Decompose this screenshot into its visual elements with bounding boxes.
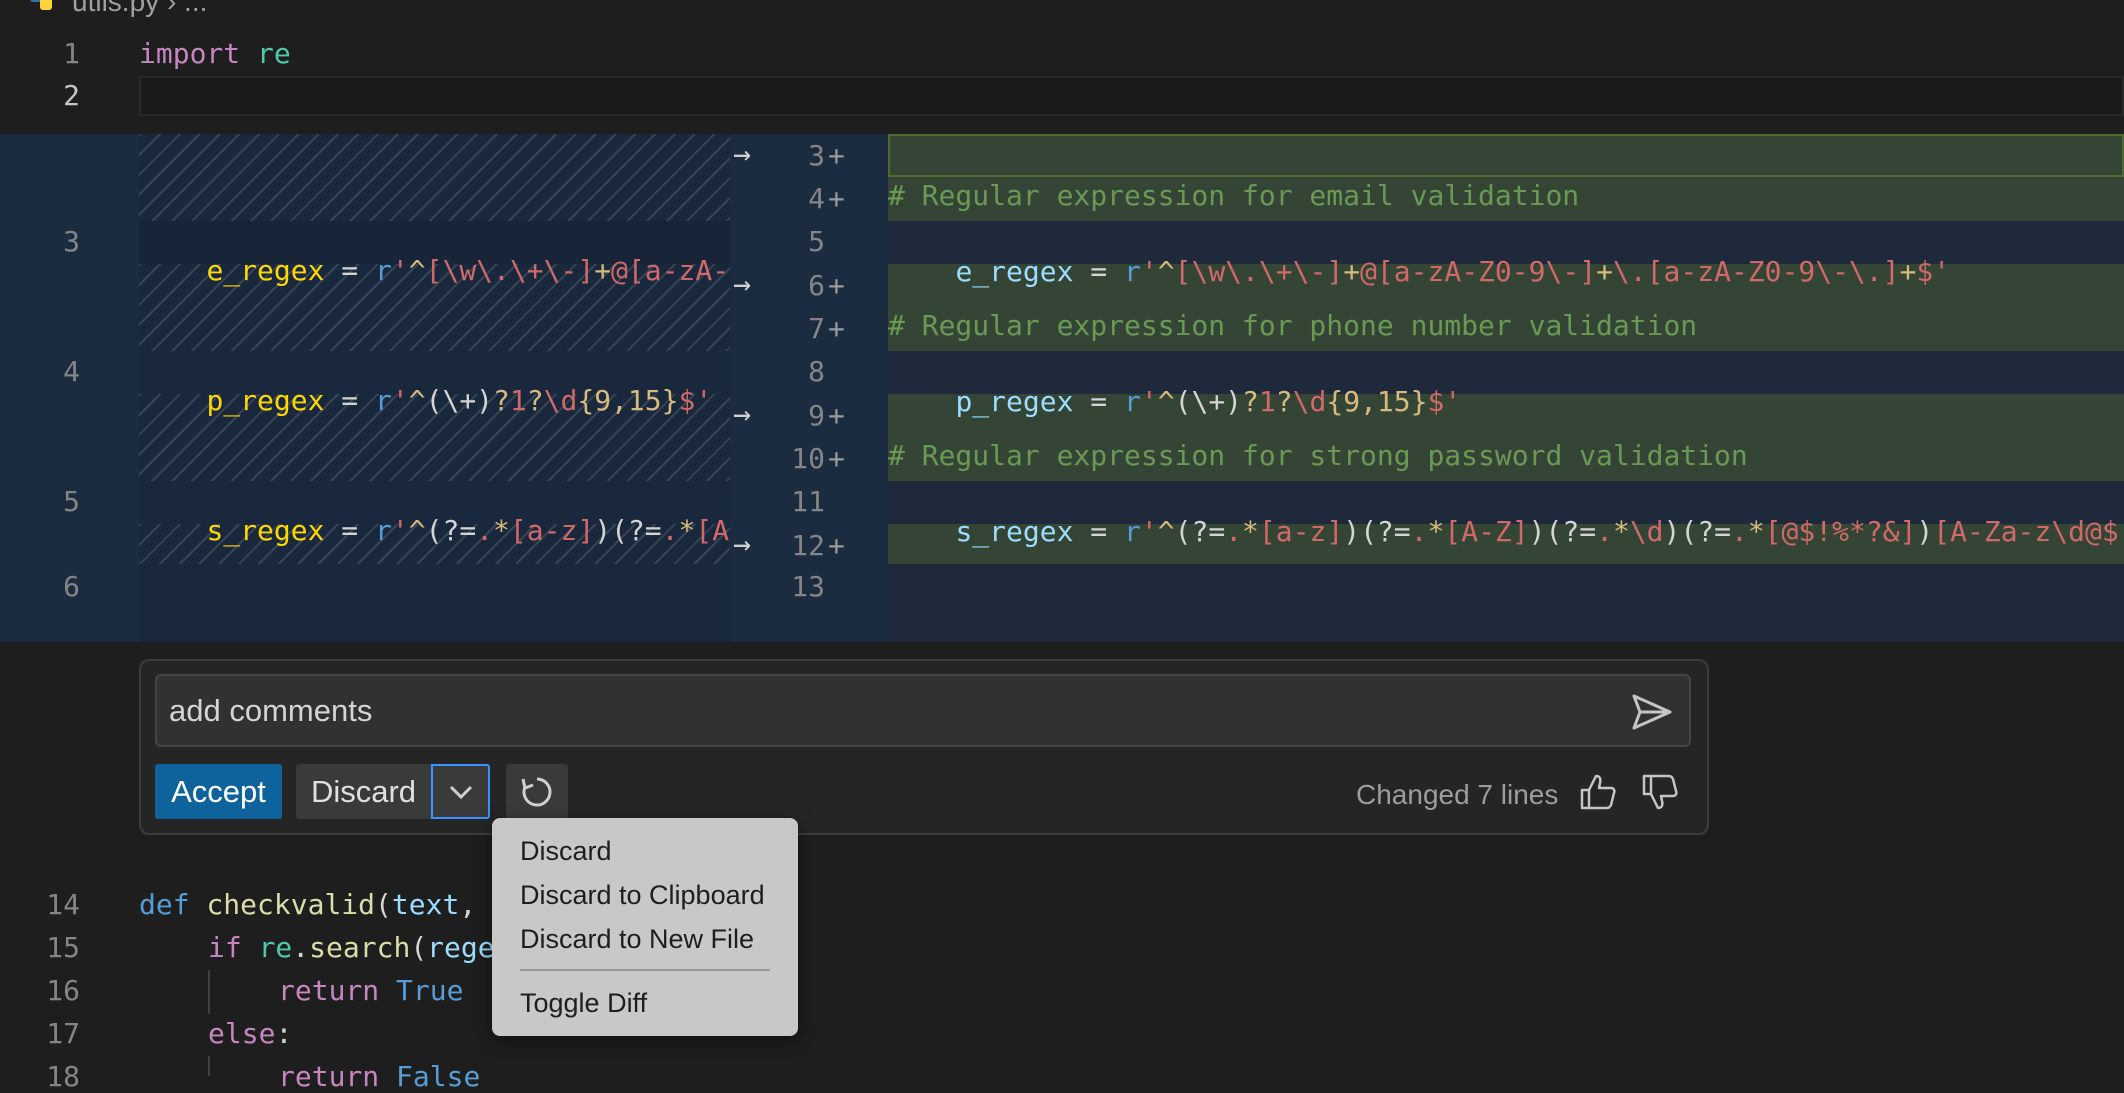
discard-button[interactable]: Discard xyxy=(296,764,431,819)
indent-guide xyxy=(208,1056,210,1076)
line-number: 16 xyxy=(46,974,80,1007)
chevron-down-icon xyxy=(449,785,472,799)
code-line-modified-e[interactable]: e_regex = r'^[\w\.\+\-]+@[a-zA-Z0-9\-]+\… xyxy=(888,222,1950,321)
thumbs-up-icon[interactable] xyxy=(1578,772,1618,812)
line-number: 11 xyxy=(791,485,825,518)
menu-item-discard-to-clipboard[interactable]: Discard to Clipboard xyxy=(520,880,765,911)
line-number: 5 xyxy=(808,225,825,258)
code-line-modified-s[interactable]: s_regex = r'^(?=.*[a-z])(?=.*[A-Z])(?=.*… xyxy=(888,482,2124,581)
code-line-original-s[interactable]: s_regex = r'^(?=.*[a-z])(?=.*[A-Z] xyxy=(139,481,730,547)
line-number: 8 xyxy=(808,355,825,388)
removed-placeholder xyxy=(139,134,730,221)
menu-item-discard[interactable]: Discard xyxy=(520,836,612,867)
added-line xyxy=(888,134,2124,177)
line-number: 14 xyxy=(46,888,80,921)
code-line-original-p[interactable]: p_regex = r'^(\+)?1?\d{9,15}$' xyxy=(139,351,712,417)
diff-original-pane[interactable]: e_regex = r'^[\w\.\+\-]+@[a-zA-Z0- p_reg… xyxy=(139,134,730,642)
line-number: 2 xyxy=(63,79,80,112)
line-number: 10 xyxy=(791,442,825,475)
changed-lines-label: Changed 7 lines xyxy=(1356,779,1559,810)
thumbs-down-icon[interactable] xyxy=(1640,772,1680,812)
line-number: 6 xyxy=(63,570,80,603)
code-line-14[interactable]: def checkvalid(text, xyxy=(139,888,476,921)
line-number: 13 xyxy=(791,570,825,603)
refresh-icon xyxy=(521,777,552,806)
added-marker: + xyxy=(828,529,845,562)
regenerate-button[interactable] xyxy=(506,764,568,819)
added-marker: + xyxy=(828,182,845,215)
line-number: 7 xyxy=(808,312,825,345)
prompt-input[interactable] xyxy=(155,674,1691,747)
code-comment-password[interactable]: # Regular expression for strong password… xyxy=(888,439,1748,472)
added-marker: + xyxy=(828,139,845,172)
line-number: 4 xyxy=(63,355,80,388)
line-number: 15 xyxy=(46,931,80,964)
line-number: 3 xyxy=(808,139,825,172)
code-line-1[interactable]: import re xyxy=(139,37,291,70)
code-line-original-e[interactable]: e_regex = r'^[\w\.\+\-]+@[a-zA-Z0- xyxy=(139,221,730,287)
discard-dropdown-button[interactable] xyxy=(431,764,490,819)
menu-item-toggle-diff[interactable]: Toggle Diff xyxy=(520,988,647,1019)
code-line-16[interactable]: return True xyxy=(278,974,463,1007)
menu-item-discard-to-new-file[interactable]: Discard to New File xyxy=(520,924,754,955)
menu-separator xyxy=(520,969,770,971)
accept-button[interactable]: Accept xyxy=(155,764,282,819)
python-file-icon xyxy=(30,0,52,10)
added-marker: + xyxy=(828,269,845,302)
code-line-17[interactable]: else: xyxy=(208,1017,292,1050)
line-number: 5 xyxy=(63,485,80,518)
line-number: 17 xyxy=(46,1017,80,1050)
line-number: 3 xyxy=(63,225,80,258)
added-marker: + xyxy=(828,399,845,432)
line-number: 12 xyxy=(791,529,825,562)
send-icon[interactable] xyxy=(1628,690,1676,734)
code-line-15[interactable]: if re.search(rege xyxy=(208,931,495,964)
added-marker: + xyxy=(828,442,845,475)
discard-menu: Discard Discard to Clipboard Discard to … xyxy=(492,818,798,1036)
code-comment-phone[interactable]: # Regular expression for phone number va… xyxy=(888,309,1697,342)
breadcrumb: utils.py › ... xyxy=(0,0,600,22)
line-number: 18 xyxy=(46,1060,80,1093)
code-line-modified-p[interactable]: p_regex = r'^(\+)?1?\d{9,15}$' xyxy=(888,352,1461,451)
code-line-18[interactable]: return False xyxy=(278,1060,480,1093)
indent-guide xyxy=(208,970,210,1014)
diff-modified-pane[interactable]: # Regular expression for email validatio… xyxy=(888,134,2124,642)
breadcrumb-text[interactable]: utils.py › ... xyxy=(72,0,207,18)
line-number: 4 xyxy=(808,182,825,215)
added-marker: + xyxy=(828,312,845,345)
line-number: 9 xyxy=(808,399,825,432)
code-comment-email[interactable]: # Regular expression for email validatio… xyxy=(888,179,1579,212)
line-number: 1 xyxy=(63,37,80,70)
current-line-highlight xyxy=(139,76,2124,116)
line-number: 6 xyxy=(808,269,825,302)
